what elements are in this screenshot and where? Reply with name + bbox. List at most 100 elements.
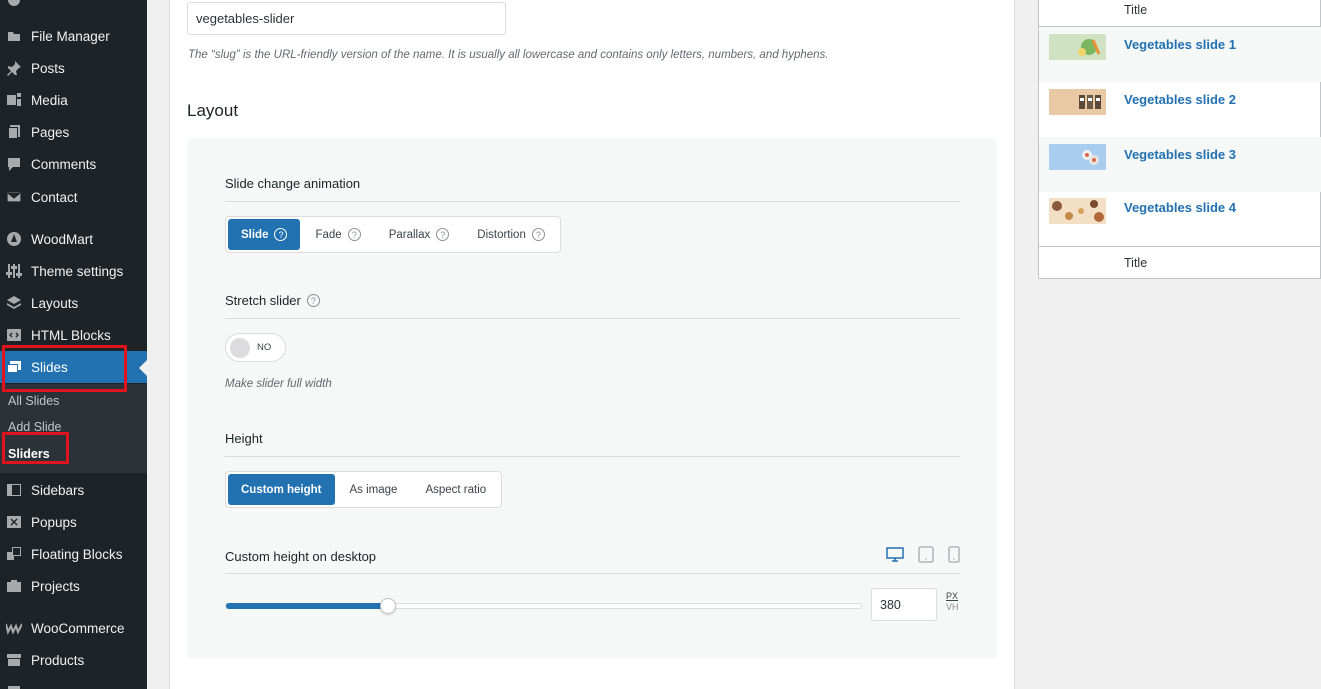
animation-label: Slide change animation	[225, 176, 361, 191]
help-icon[interactable]: ?	[436, 228, 450, 241]
sidebar-item-partial-bottom[interactable]	[0, 676, 147, 689]
animation-option-distortion[interactable]: Distortion?	[464, 219, 558, 250]
slider-edit-panel: The “slug” is the URL-friendly version o…	[169, 0, 1015, 689]
active-indicator	[139, 360, 147, 376]
slide-title-link[interactable]: Vegetables slide 1	[1124, 37, 1236, 52]
pin-icon	[6, 60, 22, 76]
sidebar-item-products[interactable]: Products	[0, 644, 147, 676]
sidebar-item-slides[interactable]: Slides	[0, 351, 147, 383]
unit-switcher: PX VH	[946, 591, 959, 613]
sidebar-item-label: Layouts	[31, 295, 79, 311]
custom-height-label: Custom height on desktop	[225, 549, 377, 564]
stretch-label: Stretch slider ?	[225, 293, 320, 308]
custom-height-input[interactable]	[871, 588, 937, 621]
partial-icon	[6, 0, 22, 8]
slide-thumbnail[interactable]	[1049, 89, 1106, 115]
animation-option-parallax[interactable]: Parallax?	[376, 219, 463, 250]
slug-input[interactable]	[187, 2, 506, 35]
submenu-all-slides[interactable]: All Slides	[8, 394, 59, 408]
sidebar-item-label: WooCommerce	[31, 620, 125, 636]
sidebar-item-layouts[interactable]: Layouts	[0, 287, 147, 319]
media-icon	[6, 92, 22, 108]
sidebar-item-label: Pages	[31, 124, 70, 140]
table-row: Vegetables slide 3	[1039, 137, 1321, 192]
height-slider-fill	[226, 603, 388, 609]
animation-option-slide[interactable]: Slide?	[228, 219, 301, 250]
column-header-title[interactable]: Title	[1124, 3, 1147, 17]
sidebar-item-file-manager[interactable]: File Manager	[0, 20, 147, 52]
table-row: Vegetables slide 4	[1039, 192, 1321, 247]
height-option-aspect-ratio[interactable]: Aspect ratio	[412, 474, 499, 505]
sidebar-item-label: Floating Blocks	[31, 546, 123, 562]
code-icon	[6, 327, 22, 343]
sidebar-icon	[6, 482, 22, 498]
unit-vh[interactable]: VH	[946, 602, 959, 613]
sidebar-item-theme-settings[interactable]: Theme settings	[0, 255, 147, 287]
layout-section-title: Layout	[187, 101, 239, 120]
submenu-sliders[interactable]: Sliders	[8, 447, 50, 461]
sidebar-item-projects[interactable]: Projects	[0, 570, 147, 602]
stretch-hint: Make slider full width	[225, 378, 332, 390]
sidebar-item-label: WoodMart	[31, 231, 94, 247]
sidebar-item-media[interactable]: Media	[0, 84, 147, 116]
sliders-icon	[6, 263, 22, 279]
height-option-as-image[interactable]: As image	[337, 474, 411, 505]
sidebar-item-html-blocks[interactable]: HTML Blocks	[0, 319, 147, 351]
slide-title-link[interactable]: Vegetables slide 3	[1124, 147, 1236, 162]
slide-thumbnail[interactable]	[1049, 144, 1106, 170]
slide-title-link[interactable]: Vegetables slide 4	[1124, 200, 1236, 215]
animation-option-fade[interactable]: Fade?	[302, 219, 373, 250]
slide-title-link[interactable]: Vegetables slide 2	[1124, 92, 1236, 107]
help-icon[interactable]: ?	[274, 228, 288, 241]
desktop-icon[interactable]	[886, 546, 904, 563]
slides-icon	[6, 359, 22, 375]
sidebar-item-floating-blocks[interactable]: Floating Blocks	[0, 538, 147, 570]
woocommerce-icon	[6, 620, 22, 636]
stretch-toggle[interactable]: NO	[225, 333, 286, 362]
sidebar-item-sidebars[interactable]: Sidebars	[0, 474, 147, 506]
sidebar-item-partial-top[interactable]	[0, 0, 147, 16]
sidebar-item-comments[interactable]: Comments	[0, 148, 147, 180]
comment-icon	[6, 156, 22, 172]
height-slider-handle[interactable]	[379, 598, 396, 614]
height-label: Height	[225, 431, 263, 446]
sidebar-item-label: Sidebars	[31, 482, 85, 498]
divider	[225, 201, 960, 202]
sidebar-item-label: Projects	[31, 578, 80, 594]
slides-submenu: All Slides Add Slide Sliders	[0, 384, 147, 473]
unit-px[interactable]: PX	[946, 591, 959, 602]
height-slider-track[interactable]	[225, 598, 862, 614]
help-icon[interactable]: ?	[531, 228, 545, 241]
admin-sidebar: File Manager Posts Media Pages Comments …	[0, 0, 147, 689]
mobile-icon[interactable]	[948, 546, 960, 563]
submenu-add-slide[interactable]: Add Slide	[8, 420, 62, 434]
partial-icon	[6, 684, 22, 689]
column-footer-title[interactable]: Title	[1124, 256, 1147, 270]
file-manager-icon	[6, 28, 22, 44]
tablet-icon[interactable]	[918, 546, 934, 563]
blocks-icon	[6, 546, 22, 562]
sidebar-item-pages[interactable]: Pages	[0, 116, 147, 148]
table-row: Vegetables slide 1	[1039, 27, 1321, 82]
toggle-label: NO	[257, 342, 272, 353]
sidebar-item-posts[interactable]: Posts	[0, 52, 147, 84]
sidebar-item-popups[interactable]: Popups	[0, 506, 147, 538]
slide-thumbnail[interactable]	[1049, 198, 1106, 224]
layers-icon	[6, 295, 22, 311]
slide-thumbnail[interactable]	[1049, 34, 1106, 60]
divider	[1039, 246, 1321, 247]
help-icon[interactable]: ?	[306, 294, 320, 307]
sidebar-item-woocommerce[interactable]: WooCommerce	[0, 612, 147, 644]
height-option-custom[interactable]: Custom height	[228, 474, 335, 505]
divider	[225, 573, 960, 574]
sidebar-item-label: Posts	[31, 60, 65, 76]
help-icon[interactable]: ?	[347, 228, 361, 241]
divider	[225, 318, 960, 319]
divider	[225, 456, 960, 457]
sidebar-item-contact[interactable]: Contact	[0, 181, 147, 213]
toggle-knob	[230, 337, 250, 358]
slug-description: The “slug” is the URL-friendly version o…	[188, 49, 829, 61]
layout-settings-box: Slide change animation Slide? Fade? Para…	[187, 138, 997, 658]
sidebar-item-label: Contact	[31, 189, 78, 205]
sidebar-item-woodmart[interactable]: WoodMart	[0, 223, 147, 255]
